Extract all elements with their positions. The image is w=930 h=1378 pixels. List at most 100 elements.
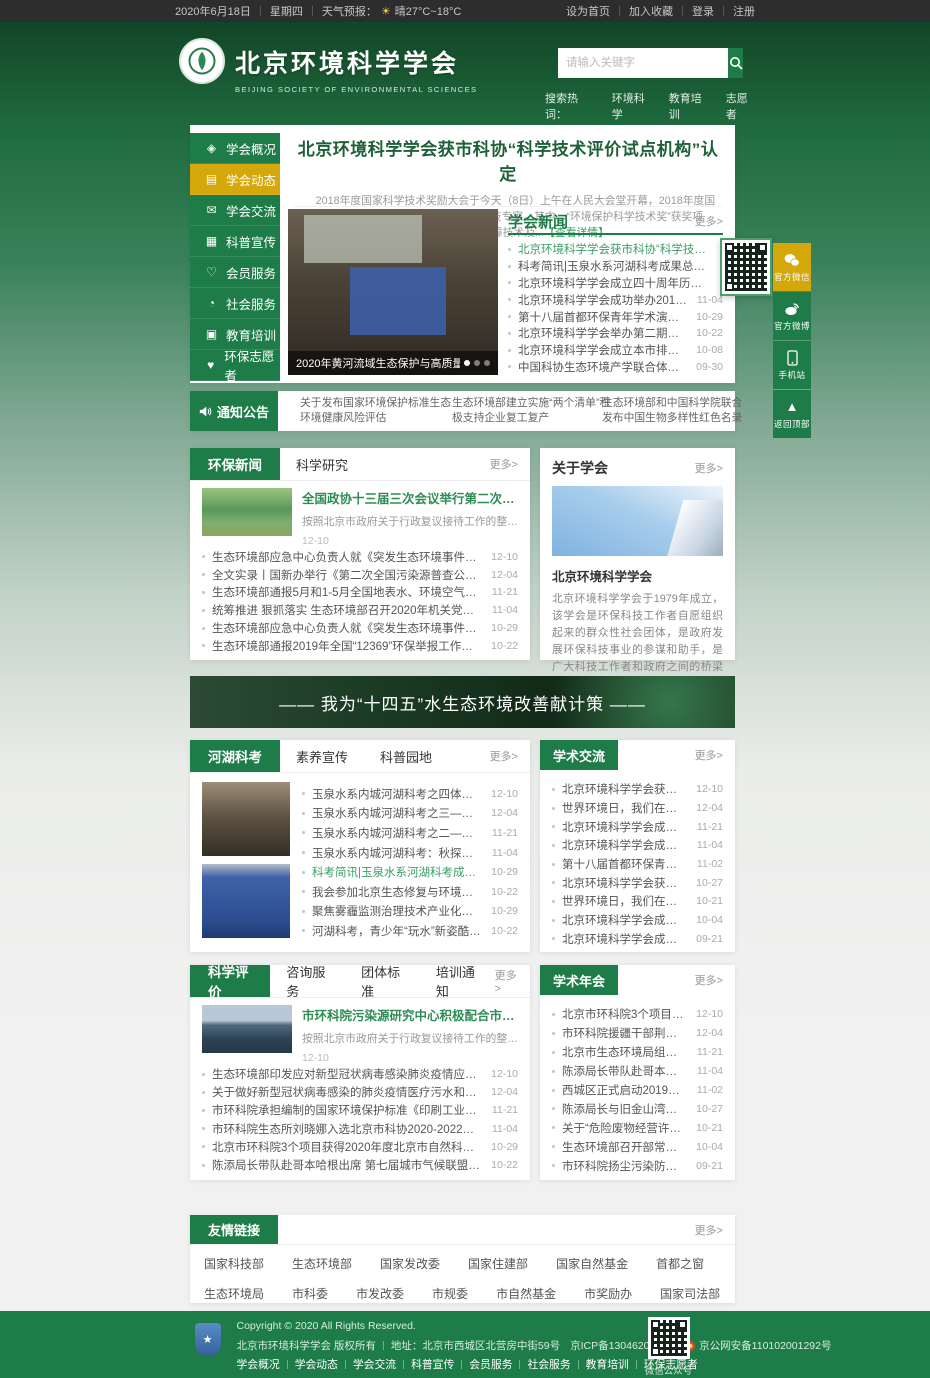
dot[interactable] — [484, 360, 490, 366]
list-item[interactable]: 全文实录丨国新办举行《第二次全国污染源普查公报》发布会12-04 — [202, 566, 518, 584]
friend-link[interactable]: 市发改委 — [356, 1285, 404, 1302]
tab-academic-exchange[interactable]: 学术交流 — [540, 740, 618, 770]
friend-link[interactable]: 首都之窗 — [656, 1255, 704, 1272]
friend-link[interactable]: 市科委 — [292, 1285, 328, 1302]
list-item[interactable]: 市环科院生态所刘晓娜入选北京市科协2020-2022年度青年人才托举工程11-0… — [202, 1120, 518, 1138]
footer-nav-link[interactable]: 学会概况 — [237, 1356, 280, 1372]
hot-word[interactable]: 志愿者 — [726, 90, 755, 122]
sidebar-item-social[interactable]: ◔社会服务 — [190, 288, 280, 319]
footer-nav-link[interactable]: 学会交流 — [353, 1356, 396, 1372]
friend-link[interactable]: 生态环境部 — [292, 1255, 352, 1272]
sidebar-item-science[interactable]: ▦科普宣传 — [190, 226, 280, 257]
tab-literacy[interactable]: 素养宣传 — [280, 740, 364, 772]
more-link[interactable]: 更多> — [695, 1215, 735, 1244]
list-item[interactable]: 世界环境日，我们在行动12-04 — [552, 799, 723, 818]
list-item[interactable]: 河湖科考，青少年“玩水”新姿酷炫玉泉水10-22 — [302, 921, 518, 941]
list-item[interactable]: 玉泉水系内城河湖科考之二——国庆龙舟泛秋日北海11-21 — [302, 823, 518, 843]
list-item[interactable]: 生态环境部应急中心负责人就《突发生态环境事件应急处置阶段直接经济损失...10-… — [202, 619, 518, 637]
thumb-photo-lecture[interactable] — [202, 782, 290, 856]
news-carousel[interactable]: 2020年黄河流域生态保护与高质量... — [288, 209, 498, 375]
list-item[interactable]: 北京环境科学学会成功举办2019年会暨11-04 — [552, 836, 723, 855]
tab-group-standard[interactable]: 团体标准 — [345, 965, 420, 997]
list-item[interactable]: 北京环境科学学会举办第二期排污许可证申请与核发技...10-22 — [508, 325, 723, 342]
notice-tab[interactable]: 通知公告 — [190, 391, 278, 431]
list-item[interactable]: 市环科院承担编制的国家环境保护标准《印刷工业污染防治可行技术指南》发布11-21 — [202, 1101, 518, 1119]
friend-link[interactable]: 国家发改委 — [380, 1255, 440, 1272]
friend-link[interactable]: 国家司法部 — [660, 1285, 720, 1302]
login-link[interactable]: 登录 — [692, 3, 714, 19]
favorite-link[interactable]: 加入收藏 — [629, 3, 673, 19]
weibo-button[interactable]: 官方微博 — [773, 292, 811, 340]
list-item[interactable]: 陈添局长与旧金山湾区空气质量10-27 — [552, 1099, 723, 1118]
more-link[interactable]: 更多> — [490, 740, 530, 772]
friend-link[interactable]: 国家住建部 — [468, 1255, 528, 1272]
list-item[interactable]: 北京环境科学学会获市科协“科学技术评价试点机构”... — [508, 241, 723, 258]
footer-nav-link[interactable]: 会员服务 — [469, 1356, 512, 1372]
list-item[interactable]: 生态环境部通报2019年全国“12369”环保举报工作情况10-22 — [202, 637, 518, 655]
more-link[interactable]: 更多> — [490, 448, 530, 480]
list-item[interactable]: 陈添局长带队赴哥本哈根出席 第七届城市气候联盟全球市长峰会10-22 — [202, 1156, 518, 1174]
list-item[interactable]: 市环科院援疆干部荆建龙负责的和田地区12-04 — [552, 1024, 723, 1043]
sidebar-item-news[interactable]: ▤学会动态 — [190, 164, 280, 195]
notice-item[interactable]: 生态环境部和中国科学院联合发布中国生物多样性红色名录 — [602, 396, 752, 426]
thumb-photo-flag[interactable] — [202, 864, 290, 938]
list-item[interactable]: 科考简讯|玉泉水系河湖科考成果总结分享进入、 — [508, 258, 723, 275]
list-item[interactable]: 关于“危险废物经营许可”等四项行政10-21 — [552, 1118, 723, 1137]
back-to-top-button[interactable]: ▲ 返回顶部 — [773, 390, 811, 438]
more-link[interactable]: 更多> — [695, 740, 723, 770]
list-item[interactable]: 北京市生态环境局组织举办北京市11-21 — [552, 1043, 723, 1062]
tab-science-research[interactable]: 科学研究 — [280, 448, 364, 480]
friend-link[interactable]: 市奖励办 — [584, 1285, 632, 1302]
tab-consulting[interactable]: 咨询服务 — [270, 965, 345, 997]
search-button[interactable] — [728, 48, 743, 78]
list-item[interactable]: 聚焦雾霾监测治理技术产业化，推动科技10-29 — [302, 902, 518, 922]
friend-link[interactable]: 生态环境局 — [204, 1285, 264, 1302]
list-item[interactable]: 生态环境部印发应对新型冠状病毒感染肺炎疫情应急监测方案12-10 — [202, 1065, 518, 1083]
notice-item[interactable]: 生态环境部建立实施“两个清单”积极支持企业复工复产 — [452, 396, 616, 426]
list-item[interactable]: 玉泉水系内城河湖科考之四体悟流动的紫禁城...12-10 — [302, 784, 518, 804]
featured-article[interactable]: 市环科院污染源研究中心积极配合市局完成 按照北京市政府关于行政复议接待工作的整体… — [202, 1005, 518, 1064]
tab-river-survey[interactable]: 河湖科考 — [190, 740, 280, 772]
notice-item[interactable]: 关于发布国家环境保护标准生态环境健康风险评估 — [300, 396, 460, 426]
list-item[interactable]: 北京环境科学学会获市科协科学技术10-27 — [552, 873, 723, 892]
list-item[interactable]: 科考简讯|玉泉水系河湖科考成果总结分享进入倒计时10-29 — [302, 862, 518, 882]
search-input[interactable] — [558, 48, 728, 78]
list-item[interactable]: 市环科院扬尘污染防治研究团队09-21 — [552, 1156, 723, 1175]
list-item[interactable]: 陈添局长带队赴哥本哈根出席环境监测11-04 — [552, 1062, 723, 1081]
list-item[interactable]: 中国科协生态环境产学联合体致广大生态环境科技09-30 — [508, 359, 723, 376]
tab-evaluation[interactable]: 科学评价 — [190, 965, 270, 997]
list-item[interactable]: 北京环境科学学会成立四十周年历届理事长和秘书长齐... — [508, 275, 723, 292]
list-item[interactable]: 玉泉水系内城河湖科考之三——玉带萦绕紫禁皇城12-04 — [302, 804, 518, 824]
police-link[interactable]: 京公网安备110102001292号 — [699, 1338, 831, 1353]
sidebar-item-exchange[interactable]: ✉学会交流 — [190, 195, 280, 226]
more-link[interactable]: 更多> — [695, 460, 723, 476]
friend-link[interactable]: 市规委 — [432, 1285, 468, 1302]
list-item[interactable]: 生态环境部召开部常务会议北京市环科院10-04 — [552, 1137, 723, 1156]
headline-title[interactable]: 北京环境科学学会获市科协“科学技术评价试点机构”认定 — [294, 135, 722, 185]
tab-friend-links[interactable]: 友情链接 — [190, 1215, 278, 1244]
dot[interactable] — [474, 360, 480, 366]
list-item[interactable]: 北京环境科学学会成立四十周年历届理10-04 — [552, 911, 723, 930]
friend-link[interactable]: 市自然基金 — [496, 1285, 556, 1302]
tab-training-notice[interactable]: 培训通知 — [420, 965, 495, 997]
campaign-banner[interactable]: —— 我为“十四五”水生态环境改善献计策 —— — [190, 676, 735, 728]
list-item[interactable]: 北京环境科学学会成立四十周年历届11-21 — [552, 817, 723, 836]
tab-env-news[interactable]: 环保新闻 — [190, 448, 280, 480]
list-item[interactable]: 北京环境科学学会获市科协科学12-10 — [552, 780, 723, 799]
carousel-dots[interactable] — [460, 360, 490, 366]
list-item[interactable]: 玉泉水系内城河湖科考：秋探北护城河11-04 — [302, 843, 518, 863]
list-item[interactable]: 我会参加北京生态修复与环境保护联合体举办的第...10-22 — [302, 882, 518, 902]
tab-annual-meeting[interactable]: 学术年会 — [540, 965, 618, 995]
list-item[interactable]: 西城区正式启动2019年蓄能式11-02 — [552, 1081, 723, 1100]
footer-nav-link[interactable]: 学会动态 — [295, 1356, 338, 1372]
list-item[interactable]: 北京市环科院3个项目获得2020年度北京市自然科学基金资助10-29 — [202, 1138, 518, 1156]
list-item[interactable]: 关于做好新型冠状病毒感染的肺炎疫情医疗污水和城镇污水监管工作的通知12-04 — [202, 1083, 518, 1101]
list-item[interactable]: 第十八届首都环保青年学术演讲比赛圆满结束10-29 — [508, 308, 723, 325]
dot[interactable] — [464, 360, 470, 366]
list-item[interactable]: 世界环境日，我们在行动10-21 — [552, 892, 723, 911]
more-link[interactable]: 更多> — [695, 965, 723, 995]
list-item[interactable]: 北京环境科学学会成功举办2019年会暨会员日活动11-04 — [508, 291, 723, 308]
mobile-site-button[interactable]: 手机站 — [773, 341, 811, 389]
footer-nav-link[interactable]: 社会服务 — [527, 1356, 570, 1372]
more-link[interactable]: 更多> — [695, 213, 723, 229]
